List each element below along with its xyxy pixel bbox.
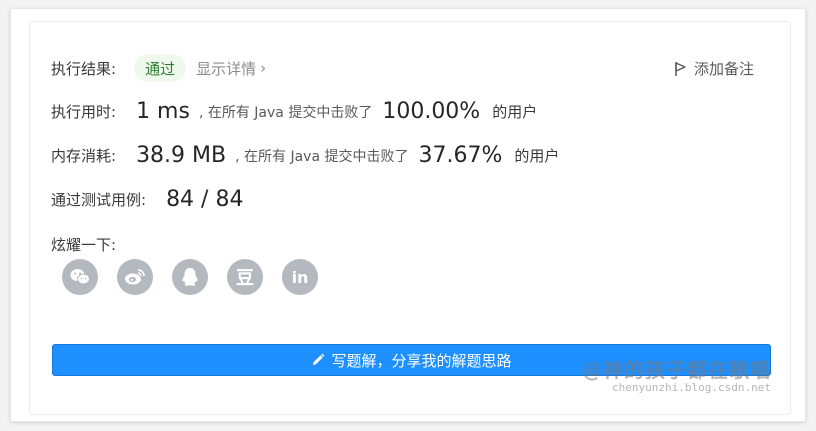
memory-label: 内存消耗: bbox=[51, 147, 117, 165]
runtime-label: 执行用时: bbox=[51, 103, 117, 121]
memory-suffix: 的用户 bbox=[514, 147, 560, 165]
pencil-icon bbox=[313, 353, 325, 365]
runtime-text: , 在所有 Java 提交中击败了 bbox=[198, 104, 373, 121]
tests-label: 通过测试用例: bbox=[51, 191, 147, 209]
window-frame: 执行结果: 通过 显示详情 › 添加备注 执行用时: 1 ms , 在所有 Ja… bbox=[10, 8, 806, 422]
memory-text: , 在所有 Java 提交中击败了 bbox=[235, 148, 409, 165]
douban-glyph: 豆 bbox=[236, 268, 254, 289]
runtime-row: 执行用时: 1 ms , 在所有 Java 提交中击败了 100.00% 的用户 bbox=[51, 99, 537, 124]
runtime-percent: 100.00% bbox=[382, 99, 481, 124]
linkedin-icon[interactable]: in bbox=[282, 259, 318, 295]
wechat-icon[interactable] bbox=[62, 259, 98, 295]
add-note-button[interactable]: 添加备注 bbox=[674, 58, 754, 79]
tests-row: 通过测试用例: 84 / 84 bbox=[51, 187, 243, 212]
memory-value: 38.9 MB bbox=[136, 143, 227, 168]
result-label: 执行结果: bbox=[51, 59, 117, 78]
add-note-label: 添加备注 bbox=[693, 60, 754, 78]
qq-icon[interactable] bbox=[172, 259, 208, 295]
runtime-suffix: 的用户 bbox=[492, 103, 538, 121]
watermark-main: @神的孩子都在歌唱 bbox=[582, 358, 771, 382]
status-badge: 通过 bbox=[134, 54, 187, 82]
watermark: @神的孩子都在歌唱 chenyunzhi.blog.csdn.net bbox=[582, 354, 771, 394]
write-solution-label: 写题解，分享我的解题思路 bbox=[331, 351, 512, 370]
chevron-right-icon: › bbox=[260, 59, 267, 77]
flag-icon bbox=[675, 61, 686, 76]
memory-percent: 37.67% bbox=[418, 143, 503, 168]
memory-row: 内存消耗: 38.9 MB , 在所有 Java 提交中击败了 37.67% 的… bbox=[51, 143, 559, 168]
douban-icon[interactable]: 豆 bbox=[227, 259, 263, 295]
show-details-link[interactable]: 显示详情 › bbox=[196, 58, 266, 79]
share-label: 炫耀一下: bbox=[51, 236, 117, 254]
share-icons: 豆 in bbox=[62, 259, 337, 295]
result-row: 执行结果: 通过 显示详情 › bbox=[51, 54, 266, 82]
show-details-label: 显示详情 bbox=[196, 59, 257, 78]
runtime-value: 1 ms bbox=[136, 99, 190, 124]
linkedin-glyph: in bbox=[291, 267, 309, 287]
weibo-icon[interactable] bbox=[117, 259, 153, 295]
tests-value: 84 / 84 bbox=[166, 187, 244, 212]
